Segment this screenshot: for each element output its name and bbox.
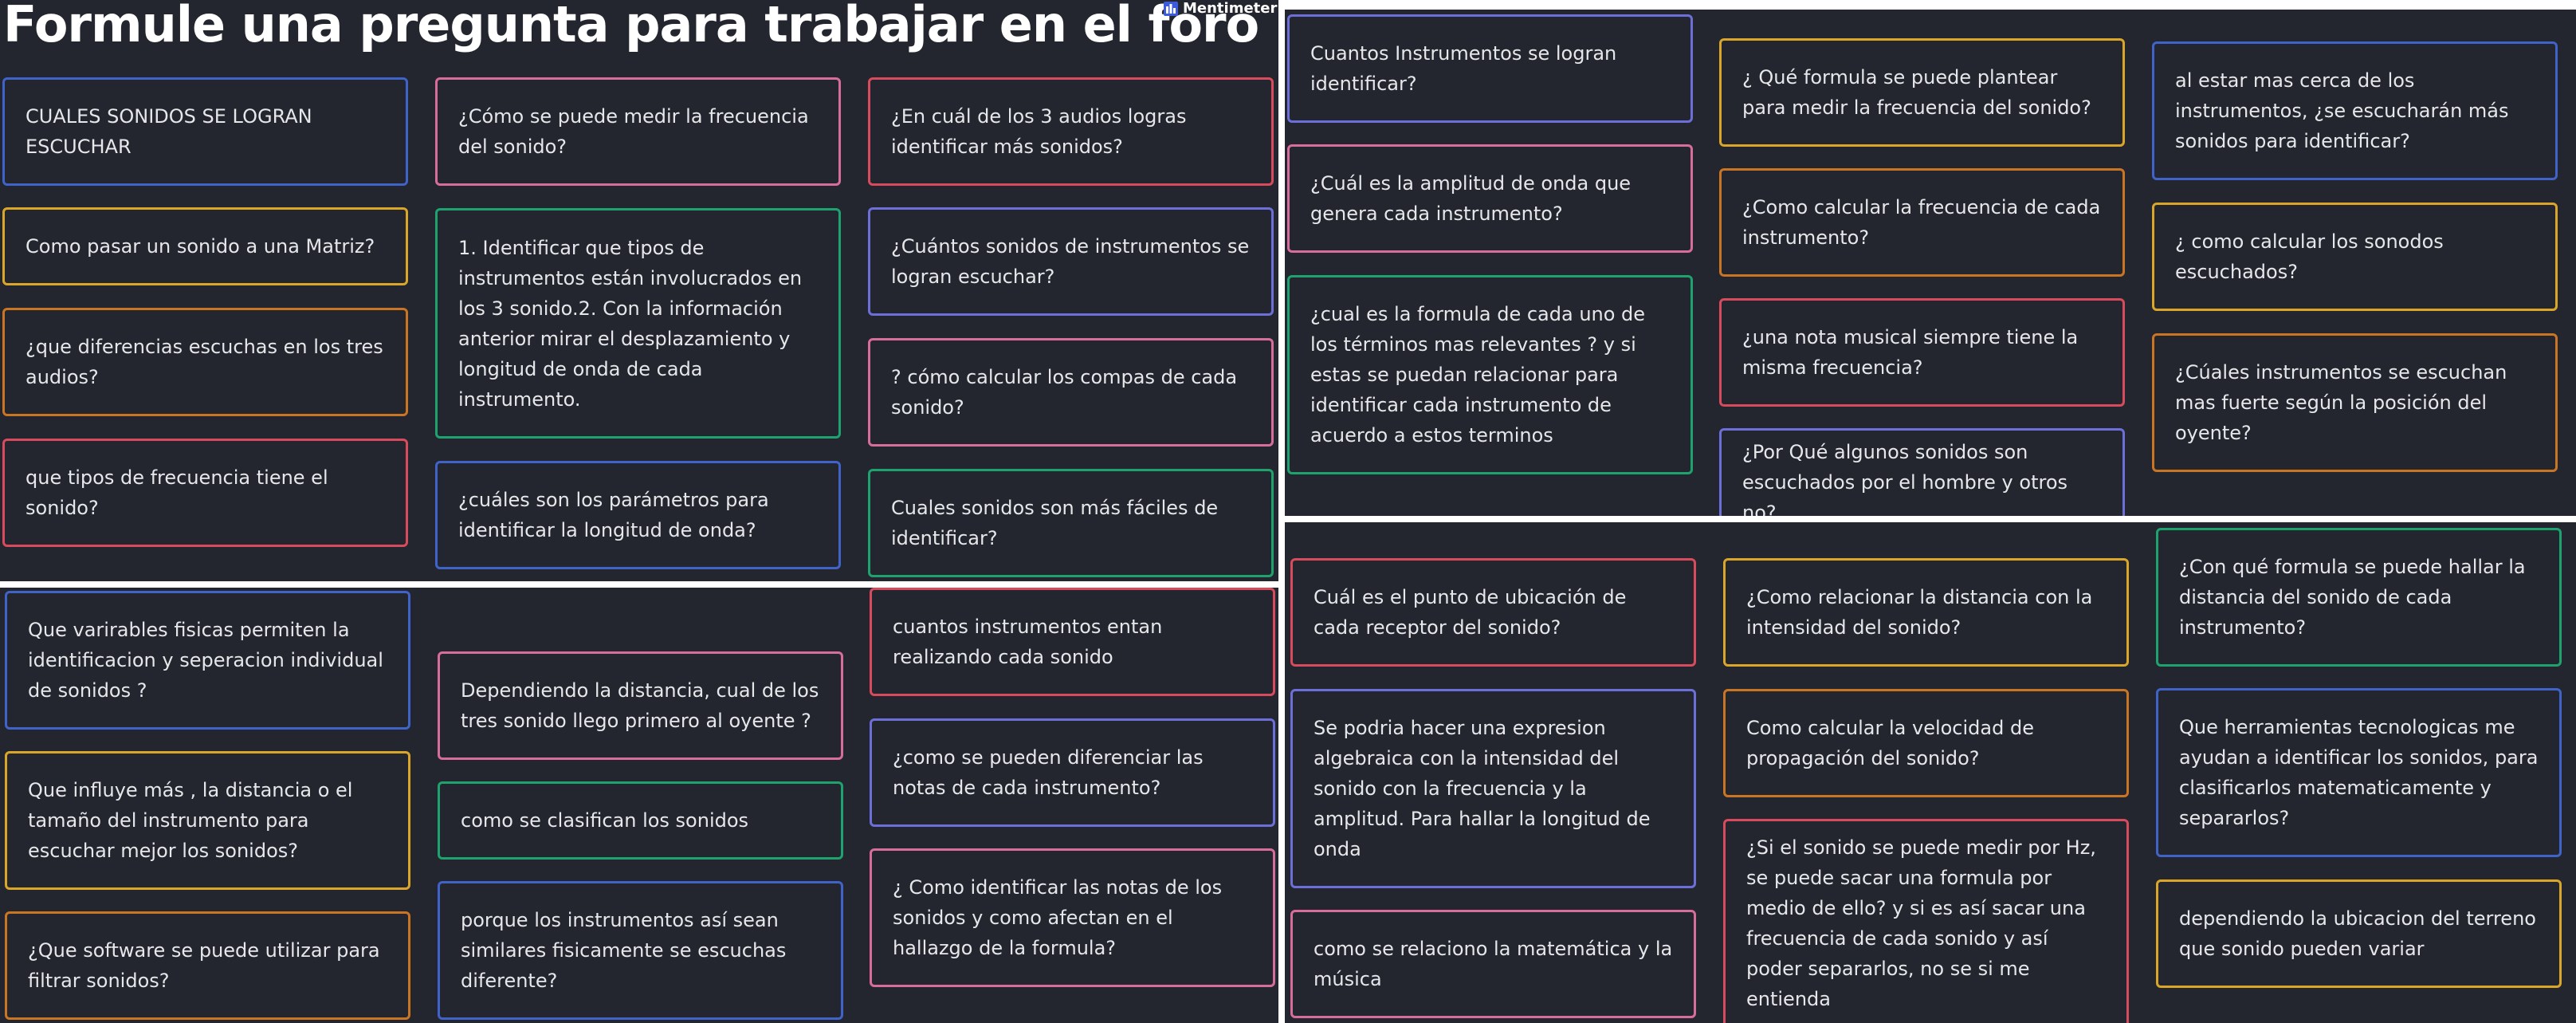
question-card: ¿Cómo se puede medir la frecuencia del s… — [435, 77, 841, 186]
question-text: ¿que diferencias escuchas en los tres au… — [26, 336, 383, 388]
question-card: Cuál es el punto de ubicación de cada re… — [1290, 558, 1696, 667]
panel-top-right: Cuantos Instrumentos se logran identific… — [1285, 10, 2576, 516]
question-card: ¿Que software se puede utilizar para fil… — [5, 911, 410, 1020]
question-card: ¿cual es la formula de cada uno de los t… — [1287, 275, 1693, 474]
question-text: ¿Como calcular la frecuencia de cada ins… — [1742, 196, 2101, 249]
question-text: como se clasifican los sonidos — [461, 809, 749, 832]
question-text: ¿Cúales instrumentos se escuchan mas fue… — [2175, 361, 2507, 444]
panel-bottom-right: Cuál es el punto de ubicación de cada re… — [1285, 522, 2576, 1023]
question-text: Como pasar un sonido a una Matriz? — [26, 235, 375, 258]
question-text: porque los instrumentos así sean similar… — [461, 909, 787, 992]
question-card: ¿Cúales instrumentos se escuchan mas fue… — [2152, 333, 2558, 472]
question-text: ¿Cuántos sonidos de instrumentos se logr… — [891, 235, 1250, 288]
brand: Mentimeter — [1164, 0, 1277, 17]
question-text: ¿En cuál de los 3 audios logras identifi… — [891, 105, 1187, 158]
panel-bottom-left: Que varirables fisicas permiten la ident… — [0, 588, 1278, 1023]
question-text: ¿una nota musical siempre tiene la misma… — [1742, 326, 2079, 379]
question-card: CUALES SONIDOS SE LOGRAN ESCUCHAR — [2, 77, 408, 186]
question-text: que tipos de frecuencia tiene el sonido? — [26, 466, 328, 519]
panel-top-left: Formule una pregunta para trabajar en el… — [0, 0, 1278, 581]
question-card: como se clasifican los sonidos — [438, 781, 843, 860]
question-card: Como pasar un sonido a una Matriz? — [2, 207, 408, 285]
question-text: ¿cuáles son los parámetros para identifi… — [458, 489, 769, 541]
question-card: Como calcular la velocidad de propagació… — [1723, 689, 2129, 797]
question-card: ¿Con qué formula se puede hallar la dist… — [2156, 528, 2562, 667]
question-text: Cuantos Instrumentos se logran identific… — [1310, 42, 1617, 95]
question-text: Que influye más , la distancia o el tama… — [28, 779, 353, 862]
question-text: 1. Identificar que tipos de instrumentos… — [458, 236, 803, 411]
question-card: ¿ como calcular los sonodos escuchados? — [2152, 203, 2558, 311]
question-card: ¿una nota musical siempre tiene la misma… — [1719, 298, 2125, 407]
question-card: al estar mas cerca de los instrumentos, … — [2152, 41, 2558, 180]
question-text: cuantos instrumentos entan realizando ca… — [893, 616, 1163, 668]
question-card: ¿ Como identificar las notas de los soni… — [870, 848, 1275, 987]
question-text: Cuales sonidos son más fáciles de identi… — [891, 497, 1219, 549]
page-title: Formule una pregunta para trabajar en el… — [3, 0, 1278, 53]
question-text: Que varirables fisicas permiten la ident… — [28, 619, 383, 702]
question-card: ¿cuáles son los parámetros para identifi… — [435, 461, 841, 569]
question-text: dependiendo la ubicacion del terreno que… — [2179, 907, 2536, 960]
question-text: Se podria hacer una expresion algebraica… — [1314, 717, 1651, 860]
question-card: Cuales sonidos son más fáciles de identi… — [868, 469, 1274, 577]
question-card: como se relaciono la matemática y la mús… — [1290, 910, 1696, 1018]
question-text: CUALES SONIDOS SE LOGRAN ESCUCHAR — [26, 105, 312, 158]
brand-name: Mentimeter — [1183, 0, 1278, 17]
question-card: 1. Identificar que tipos de instrumentos… — [435, 208, 841, 439]
question-text: ¿Como relacionar la distancia con la int… — [1746, 586, 2093, 639]
question-card: Que herramientas tecnologicas me ayudan … — [2156, 688, 2562, 857]
question-card: ¿que diferencias escuchas en los tres au… — [2, 308, 408, 416]
question-text: ¿Cuál es la amplitud de onda que genera … — [1310, 172, 1632, 225]
question-card: Que influye más , la distancia o el tama… — [5, 751, 410, 890]
question-text: Dependiendo la distancia, cual de los tr… — [461, 679, 819, 732]
question-text: ¿Por Qué algunos sonidos son escuchados … — [1742, 441, 2068, 516]
question-text: como se relaciono la matemática y la mús… — [1314, 938, 1673, 990]
question-text: ¿como se pueden diferenciar las notas de… — [893, 746, 1204, 799]
question-card: ¿Por Qué algunos sonidos son escuchados … — [1719, 428, 2125, 516]
question-card: que tipos de frecuencia tiene el sonido? — [2, 439, 408, 547]
question-card: ? cómo calcular los compas de cada sonid… — [868, 338, 1274, 447]
question-text: ¿ Como identificar las notas de los soni… — [893, 876, 1223, 959]
question-text: Que herramientas tecnologicas me ayudan … — [2179, 716, 2539, 829]
question-text: ¿Cómo se puede medir la frecuencia del s… — [458, 105, 809, 158]
question-card: ¿Como relacionar la distancia con la int… — [1723, 558, 2129, 667]
mentimeter-logo-icon — [1164, 1, 1178, 16]
question-text: al estar mas cerca de los instrumentos, … — [2175, 69, 2509, 152]
question-text: Como calcular la velocidad de propagació… — [1746, 717, 2034, 769]
question-card: ¿Si el sonido se puede medir por Hz, se … — [1723, 819, 2129, 1023]
question-card: Dependiendo la distancia, cual de los tr… — [438, 651, 843, 760]
question-text: ¿Con qué formula se puede hallar la dist… — [2179, 556, 2526, 639]
question-card: cuantos instrumentos entan realizando ca… — [870, 588, 1275, 696]
question-text: ¿Si el sonido se puede medir por Hz, se … — [1746, 836, 2096, 1010]
question-card: ¿En cuál de los 3 audios logras identifi… — [868, 77, 1274, 186]
question-text: ¿ como calcular los sonodos escuchados? — [2175, 230, 2444, 283]
question-text: ¿Que software se puede utilizar para fil… — [28, 939, 380, 992]
question-card: Cuantos Instrumentos se logran identific… — [1287, 14, 1693, 123]
question-card: Se podria hacer una expresion algebraica… — [1290, 689, 1696, 888]
question-card: ¿Cuál es la amplitud de onda que genera … — [1287, 144, 1693, 253]
question-card: dependiendo la ubicacion del terreno que… — [2156, 879, 2562, 988]
question-card: ¿Cuántos sonidos de instrumentos se logr… — [868, 207, 1274, 316]
question-text: ¿ Qué formula se puede plantear para med… — [1742, 66, 2091, 119]
question-text: ¿cual es la formula de cada uno de los t… — [1310, 303, 1646, 447]
question-card: ¿ Qué formula se puede plantear para med… — [1719, 38, 2125, 147]
question-card: ¿Como calcular la frecuencia de cada ins… — [1719, 168, 2125, 277]
question-text: ? cómo calcular los compas de cada sonid… — [891, 366, 1238, 419]
question-card: porque los instrumentos así sean similar… — [438, 881, 843, 1020]
question-card: ¿como se pueden diferenciar las notas de… — [870, 718, 1275, 827]
question-text: Cuál es el punto de ubicación de cada re… — [1314, 586, 1627, 639]
question-card: Que varirables fisicas permiten la ident… — [5, 591, 410, 730]
